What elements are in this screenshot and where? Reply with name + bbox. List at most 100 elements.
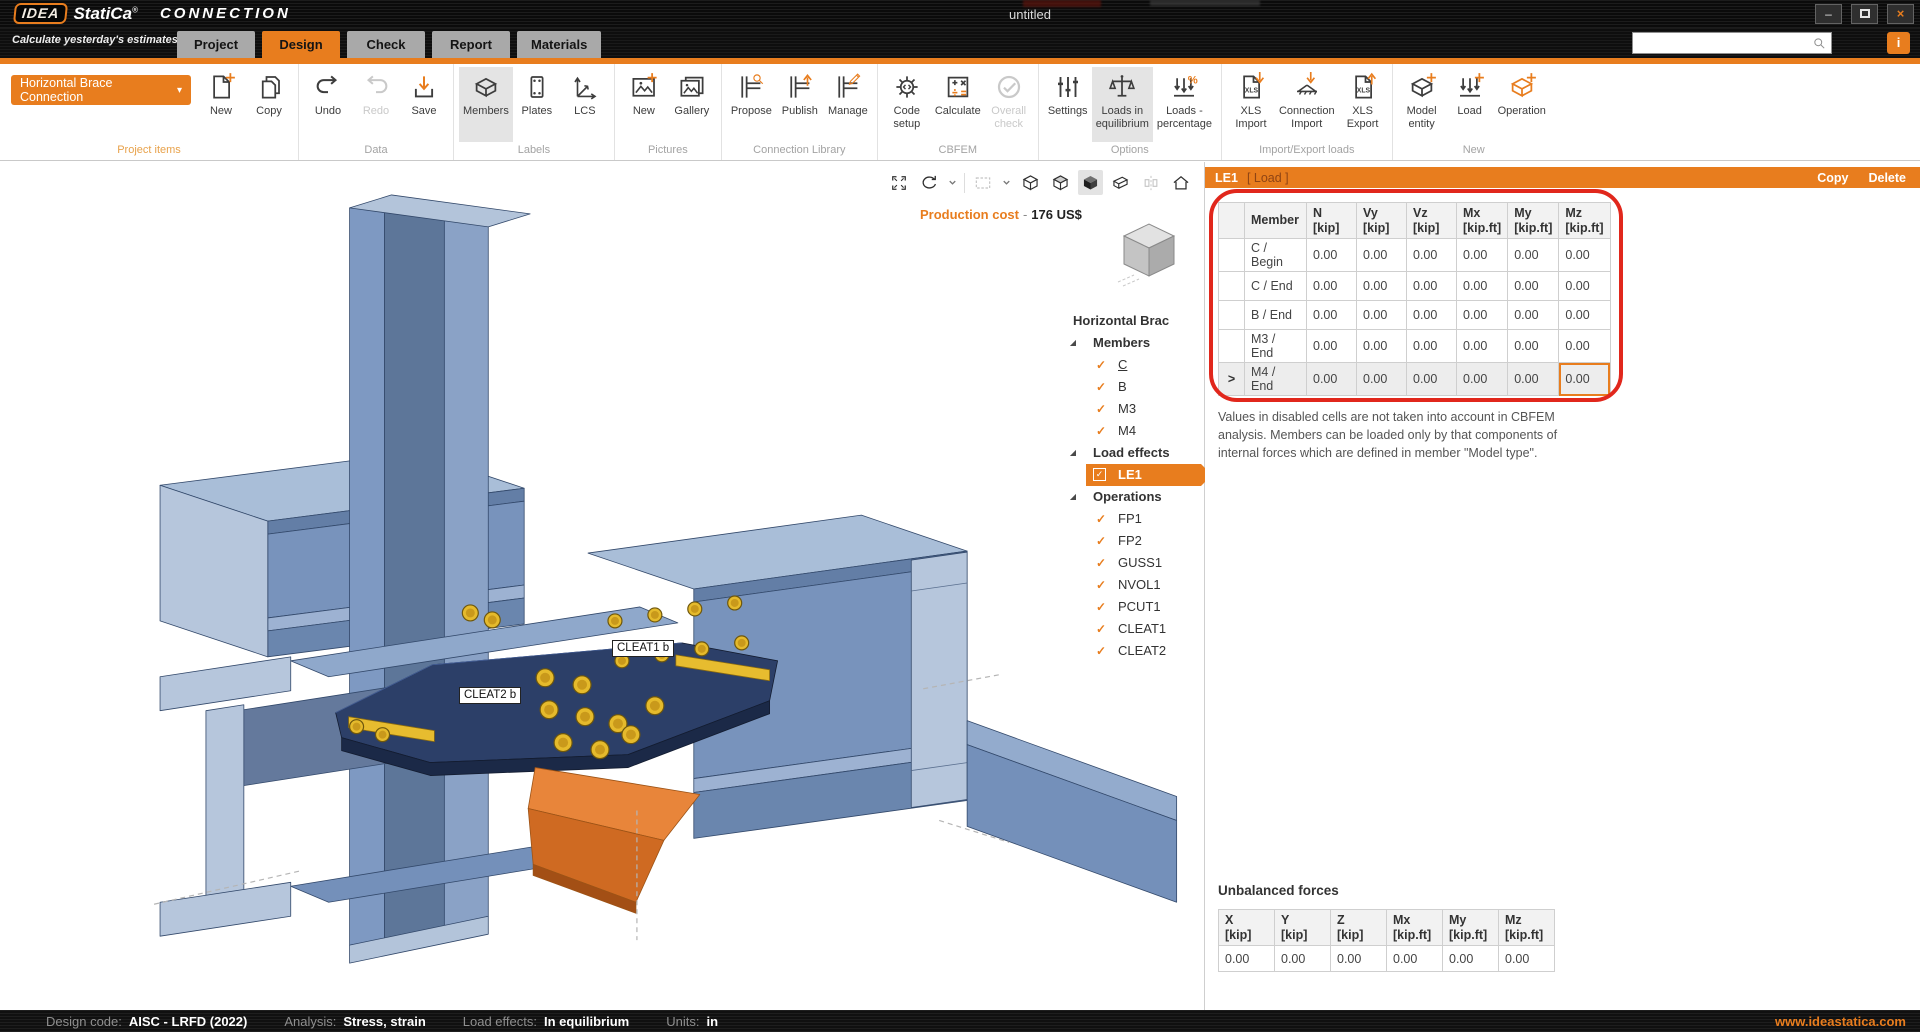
load-value-cell[interactable]: 0.00 [1357,272,1407,301]
load-value-cell[interactable]: 0.00 [1307,363,1357,396]
copy-project-item-button[interactable]: Copy [245,67,293,142]
tree-item-guss1[interactable]: ✓ GUSS1 [1058,552,1205,574]
load-value-cell[interactable]: 0.00 [1407,301,1457,330]
viewport-3d[interactable]: Production cost-176 US$ CLEAT1 b CLEAT2 … [0,162,1205,1010]
tab-check[interactable]: Check [347,31,425,58]
load-value-cell[interactable]: 0.00 [1559,239,1610,272]
tree-item-nvol1[interactable]: ✓ NVOL1 [1058,574,1205,596]
load-value-cell[interactable]: 0.00 [1508,330,1559,363]
load-value-cell[interactable]: 0.00 [1457,272,1508,301]
info-button[interactable]: i [1887,32,1910,54]
status-load-effects[interactable]: Load effects: In equilibrium [463,1014,629,1029]
load-value-cell[interactable]: 0.00 [1307,272,1357,301]
tree-item-fp1[interactable]: ✓ FP1 [1058,508,1205,530]
tree-item-cleat2[interactable]: ✓ CLEAT2 [1058,640,1205,662]
load-value-cell[interactable]: 0.00 [1457,330,1508,363]
load-value-cell[interactable]: 0.00 [1357,363,1407,396]
search-input[interactable] [1633,36,1812,50]
copy-load-button[interactable]: Copy [1817,171,1848,185]
solid-view-button[interactable] [1078,170,1103,195]
loads-percentage-button[interactable]: % Loads - percentage [1153,67,1216,142]
maximize-button[interactable] [1851,4,1878,24]
checkbox-checked-icon[interactable]: ✓ [1093,552,1109,574]
checkbox-checked-icon[interactable]: ✓ [1093,376,1109,398]
propose-button[interactable]: Propose [727,67,776,142]
checkbox-checked-icon[interactable]: ✓ [1093,420,1109,442]
load-value-cell[interactable]: 0.00 [1508,239,1559,272]
minimize-button[interactable]: – [1815,4,1842,24]
load-value-cell[interactable]: 0.00 [1559,272,1610,301]
home-view-button[interactable] [1168,170,1193,195]
expander-icon[interactable]: ◢ [1066,442,1080,464]
tree-item-le1-selected[interactable]: ✓ LE1 [1086,464,1212,486]
new-load-button[interactable]: Load [1446,67,1494,142]
lcs-labels-button[interactable]: LCS [561,67,609,142]
close-button[interactable]: × [1887,4,1914,24]
tree-item-m3[interactable]: ✓ M3 [1058,398,1205,420]
checkbox-checked-icon[interactable]: ✓ [1093,596,1109,618]
connection-selector[interactable]: Horizontal Brace Connection ▾ [11,75,191,105]
new-picture-button[interactable]: New [620,67,668,142]
status-units[interactable]: Units: in [666,1014,718,1029]
tree-item-b[interactable]: ✓ B [1058,376,1205,398]
tree-item-cleat1[interactable]: ✓ CLEAT1 [1058,618,1205,640]
load-value-cell[interactable]: 0.00 [1407,330,1457,363]
code-setup-button[interactable]: Code setup [883,67,931,142]
members-labels-button[interactable]: Members [459,67,513,142]
save-button[interactable]: Save [400,67,448,142]
new-project-item-button[interactable]: New [197,67,245,142]
status-design-code[interactable]: Design code: AISC - LRFD (2022) [46,1014,247,1029]
settings-button[interactable]: Settings [1044,67,1092,142]
load-value-cell[interactable]: 0.00 [1407,363,1457,396]
tab-project[interactable]: Project [177,31,255,58]
tab-materials[interactable]: Materials [517,31,601,58]
checkbox-checked-icon[interactable]: ✓ [1093,618,1109,640]
section-view-button[interactable] [1108,170,1133,195]
load-value-cell[interactable]: 0.00 [1457,239,1508,272]
load-value-cell[interactable]: 0.00 [1407,239,1457,272]
status-analysis[interactable]: Analysis: Stress, strain [284,1014,425,1029]
tree-section-operations[interactable]: ◢ Operations [1058,486,1205,508]
expander-icon[interactable]: ◢ [1066,332,1080,354]
rotate-options-button[interactable] [946,170,959,195]
load-value-cell[interactable]: 0.00 [1307,239,1357,272]
navigation-cube[interactable] [1114,214,1184,293]
undo-button[interactable]: Undo [304,67,352,142]
new-model-entity-button[interactable]: Model entity [1398,67,1446,142]
website-link[interactable]: www.ideastatica.com [1775,1014,1920,1029]
checkbox-checked-icon[interactable]: ✓ [1093,574,1109,596]
tab-design[interactable]: Design [262,31,340,58]
xls-import-button[interactable]: XLS XLS Import [1227,67,1275,142]
load-value-cell-selected[interactable]: 0.00 [1559,363,1610,396]
connection-import-button[interactable]: Connection Import [1275,67,1339,142]
rotate-view-button[interactable] [916,170,941,195]
load-value-cell[interactable]: 0.00 [1307,301,1357,330]
load-value-cell[interactable]: 0.00 [1307,330,1357,363]
load-value-cell[interactable]: 0.00 [1407,272,1457,301]
tree-item-c[interactable]: ✓ C [1058,354,1205,376]
tree-item-m4[interactable]: ✓ M4 [1058,420,1205,442]
plates-labels-button[interactable]: Plates [513,67,561,142]
expander-icon[interactable]: ◢ [1066,486,1080,508]
new-operation-button[interactable]: Operation [1494,67,1550,142]
load-value-cell[interactable]: 0.00 [1357,239,1407,272]
gallery-button[interactable]: Gallery [668,67,716,142]
row-pointer-icon[interactable]: > [1219,363,1245,396]
load-value-cell[interactable]: 0.00 [1457,363,1508,396]
checkbox-checked-icon[interactable]: ✓ [1093,508,1109,530]
load-value-cell[interactable]: 0.00 [1508,272,1559,301]
load-value-cell[interactable]: 0.00 [1357,301,1407,330]
checkbox-checked-icon[interactable]: ✓ [1093,530,1109,552]
load-value-cell[interactable]: 0.00 [1457,301,1508,330]
tree-section-load-effects[interactable]: ◢ Load effects [1058,442,1205,464]
loads-in-equilibrium-button[interactable]: Loads in equilibrium [1092,67,1153,142]
tree-item-pcut1[interactable]: ✓ PCUT1 [1058,596,1205,618]
checkbox-checked-icon[interactable]: ✓ [1093,398,1109,420]
checkbox-checked-icon[interactable]: ✓ [1093,468,1106,481]
checkbox-checked-icon[interactable]: ✓ [1093,640,1109,662]
tree-section-members[interactable]: ◢ Members [1058,332,1205,354]
manage-button[interactable]: Manage [824,67,872,142]
tree-item-fp2[interactable]: ✓ FP2 [1058,530,1205,552]
load-value-cell[interactable]: 0.00 [1508,301,1559,330]
fit-view-button[interactable] [886,170,911,195]
